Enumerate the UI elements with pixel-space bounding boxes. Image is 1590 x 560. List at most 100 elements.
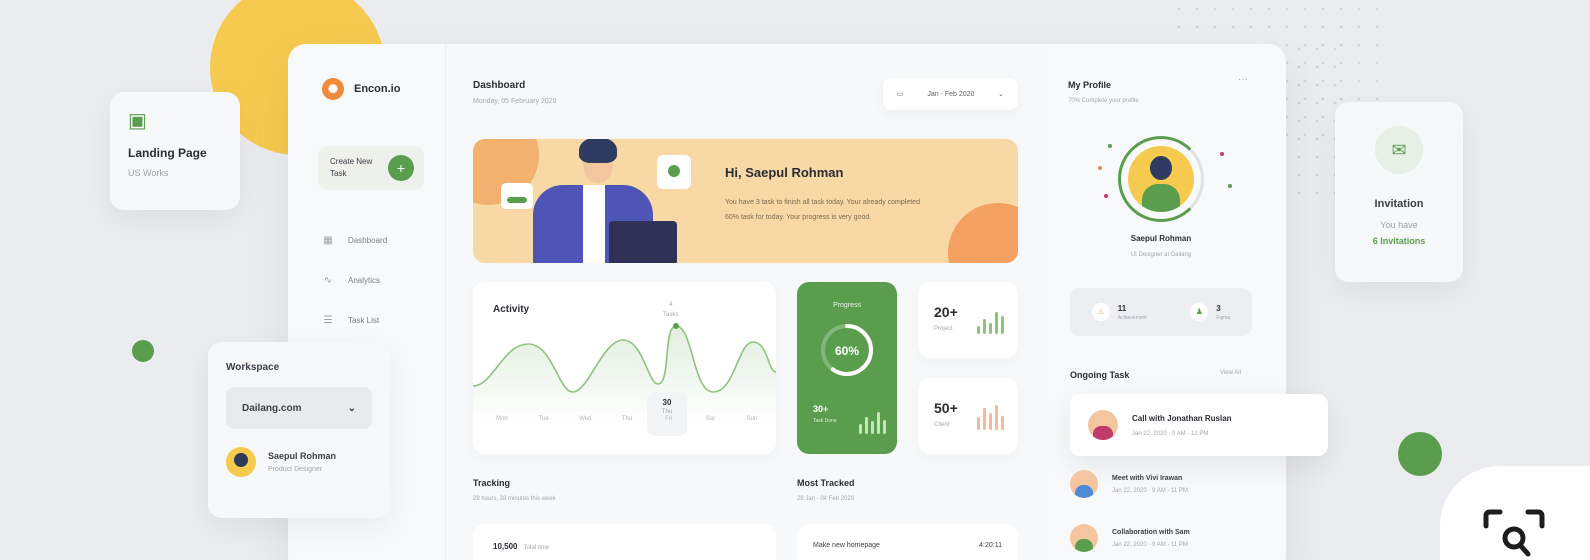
sparkle-dot [1228,184,1232,188]
sidebar-item-task-list[interactable]: ☰ Task List [322,300,387,340]
mini-bar [995,405,998,430]
stat-card-client[interactable]: 50+ Client [918,378,1018,454]
profile-name: Saepul Rohman [1130,234,1192,243]
date-range-picker[interactable]: ▭ Jan - Feb 2020 ⌄ [883,78,1018,110]
date-range-value: Jan - Feb 2020 [927,90,975,98]
document-icon: ▣ [128,110,147,132]
invitation-title: Invitation [1374,198,1424,210]
workspace-selected: Dailang.com [242,402,302,414]
activity-x-axis: Mon Tue Wed Thu Fri Sat Sun [487,416,767,422]
most-tracked-time: 4:20:11 [979,542,1002,549]
task-item-highlighted[interactable]: Call with Jonathan Ruslan Jan 22, 2020 ·… [1070,394,1328,456]
task-item[interactable]: Collaboration with Sam Jan 22, 2020 · 9 … [1070,524,1190,552]
profile-stat-label: Achievement [1117,314,1147,321]
task-name: Call with Jonathan Ruslan [1132,413,1232,423]
ongoing-task-title: Ongoing Task [1070,370,1130,380]
avatar [1088,410,1118,440]
profile-stat-label: Figma [1216,314,1231,321]
banner-decoration [948,203,1018,263]
fire-icon: ♨ [1091,303,1110,321]
invitation-count[interactable]: 6 Invitations [1335,236,1463,246]
welcome-banner: Hi, Saepul Rohman You have 3 task to fin… [473,139,1018,263]
mini-bar [995,312,998,334]
day-label: Sat [705,416,715,422]
app-logo[interactable]: ✺ Encon.io [322,78,400,100]
profile-stat: ♨ 11 Achievement [1091,303,1147,321]
app-name: Encon.io [354,83,401,95]
more-icon[interactable]: ··· [1238,74,1248,85]
mini-bar [865,417,868,434]
mini-bar [977,326,980,334]
mini-bar [877,412,880,434]
visual-search-icon[interactable] [1482,508,1546,560]
decorative-green-dot [1398,432,1442,476]
mini-bar [989,323,992,334]
invitation-card[interactable]: ✉ Invitation You have 6 Invitations [1335,102,1463,282]
mini-bar [977,417,980,430]
mini-bar [989,413,992,430]
day-label: Tue [538,416,549,422]
task-item[interactable]: Meet with Vivi Irawan Jan 22, 2020 · 9 A… [1070,470,1188,498]
landing-page-title: Landing Page [128,146,207,160]
day-label: Sun [746,416,758,422]
day-label: Mon [496,416,508,422]
task-time: Jan 22, 2020 · 9 AM - 11 PM [1112,487,1188,494]
page-title: Dashboard [473,80,526,91]
task-name: Meet with Vivi Irawan [1112,474,1183,482]
plus-icon: + [388,155,414,181]
progress-title: Progress [832,302,861,309]
landing-page-subtitle: US Works [128,168,169,178]
activity-tooltip-label: Tasks [663,312,679,318]
user-icon: ♟ [1190,303,1209,321]
activity-title: Activity [493,304,530,315]
activity-card: Activity 4 Tasks 30 Thu Mon Tue Wed Thu … [473,282,776,454]
invitation-subtitle: You have [1380,220,1418,230]
sparkle-dot [1104,194,1108,198]
profile-role: UI Designer at Dailang [1130,252,1192,258]
stat-card-project[interactable]: 20+ Project [918,282,1018,358]
activity-tooltip-value: 4 [669,302,673,308]
profile-subtitle: 70% Complete your profile [1068,98,1139,104]
profile-stats: ♨ 11 Achievement ♟ 3 Figma [1070,288,1252,336]
activity-selected-day[interactable]: 30 Thu [647,392,687,436]
illustration-laptop [609,221,677,263]
progress-count-label: Task Done [813,418,837,424]
profile-stat-value: 3 [1216,303,1221,313]
workspace-select[interactable]: Dailang.com ⌄ [226,387,372,429]
tracking-title: Tracking [473,478,511,488]
decorative-green-dot [132,340,154,362]
stat-value: 20+ [934,304,958,320]
view-all-link[interactable]: View All [1220,370,1241,376]
chevron-down-icon: ⌄ [998,91,1004,98]
landing-page-card[interactable]: ▣ Landing Page US Works [110,92,240,210]
create-task-button[interactable]: Create New Task + [318,146,424,190]
greeting-message: You have 3 task to finish all task today… [725,199,920,221]
workspace-card: Workspace Dailang.com ⌄ Saepul Rohman Pr… [208,342,390,518]
illustration-chip [501,183,533,209]
lens-corner [1483,509,1545,529]
logo-icon: ✺ [322,78,344,100]
activity-point[interactable] [673,323,679,329]
progress-value: 60% [834,344,860,358]
mini-bar [883,420,886,434]
illustration-person-shirt [583,185,605,263]
list-icon: ☰ [323,314,333,326]
avatar[interactable] [1128,146,1194,212]
lens-handle [1517,542,1531,557]
sidebar-item-analytics[interactable]: ∿ Analytics [322,260,387,300]
tracking-subtitle: 28 hours, 38 minutes this week [473,496,556,502]
sidebar-item-dashboard[interactable]: ▦ Dashboard [322,220,387,260]
stat-mini-bars [977,402,1004,430]
mini-bar [1001,316,1004,334]
grid-icon: ▦ [323,234,333,246]
profile-stat: ♟ 3 Figma [1190,303,1230,321]
day-label: Wed [579,416,592,422]
workspace-user[interactable]: Saepul Rohman Product Designer [226,447,372,477]
calendar-icon: ▭ [897,91,904,98]
stat-mini-bars [977,306,1004,334]
progress-count: 30+ [813,404,829,414]
most-tracked-card[interactable]: Make new homepage 4:20:11 [797,524,1018,560]
progress-mini-bars [859,410,886,434]
workspace-user-role: Product Designer [268,466,323,473]
stat-value: 50+ [934,400,958,416]
